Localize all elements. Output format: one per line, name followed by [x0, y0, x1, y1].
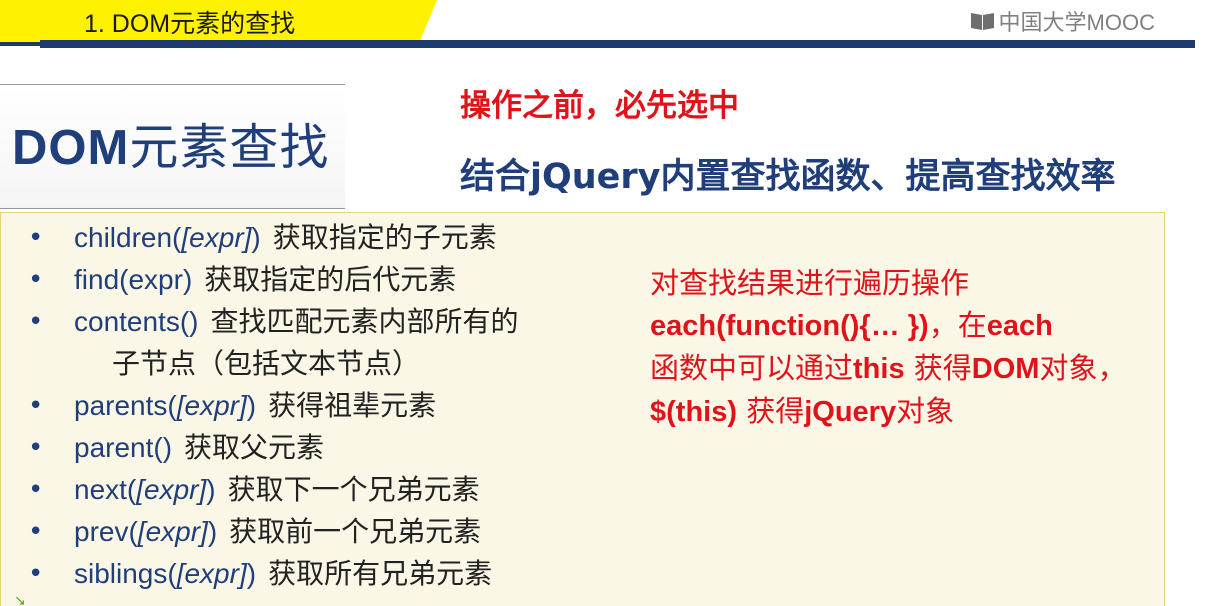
method-name: find(expr) — [74, 264, 193, 295]
bullet-icon: • — [28, 475, 44, 505]
title-divider-bottom — [0, 208, 345, 209]
note-line-4: $(this) 获得jQuery对象 — [650, 394, 955, 428]
main-title-latin: DOM — [12, 121, 130, 175]
bullet-icon: • — [28, 433, 44, 463]
list-item-parent: • parent() 获取父元素 — [26, 427, 519, 469]
method-desc: 子节点（包括文本节点） — [112, 347, 421, 380]
method-desc: 获得祖辈元素 — [268, 389, 437, 422]
mooc-logo: 中国大学MOOC — [971, 5, 1155, 37]
method-name: parents([expr]) — [74, 390, 257, 421]
mooc-logo-text: 中国大学MOOC — [998, 10, 1155, 35]
book-icon — [971, 12, 995, 30]
bullet-icon: • — [28, 517, 44, 547]
blue-heading: 结合jQuery内置查找函数、提高查找效率 — [460, 157, 1116, 197]
method-name: children([expr]) — [74, 222, 261, 253]
title-divider-top — [0, 84, 345, 85]
list-item-siblings: • siblings([expr]) 获取所有兄弟元素 — [26, 553, 519, 595]
header-title: 1. DOM元素的查找 — [84, 10, 296, 38]
method-desc: 获取父元素 — [184, 431, 325, 464]
main-title-cjk: 元素查找 — [129, 119, 330, 176]
method-name: next([expr]) — [74, 474, 216, 505]
slide: 1. DOM元素的查找 中国大学MOOC DOM元素查找 操作之前，必先选中 结… — [0, 0, 1195, 606]
header-underline-left — [0, 42, 40, 46]
bullet-icon: • — [28, 559, 44, 589]
method-desc: 获取所有兄弟元素 — [268, 557, 493, 590]
list-item-children: • children([expr]) 获取指定的子元素 — [26, 217, 519, 259]
method-name: siblings([expr]) — [74, 558, 257, 589]
bullet-icon: • — [28, 223, 44, 253]
header-underline — [40, 40, 1195, 48]
red-heading: 操作之前，必先选中 — [460, 88, 739, 124]
method-name: parent() — [74, 432, 173, 463]
note-line-1: 对查找结果进行遍历操作 — [650, 266, 970, 300]
note-line-3: 函数中可以通过this 获得DOM对象， — [650, 351, 1127, 385]
method-desc: 查找匹配元素内部所有的 — [210, 305, 519, 338]
list-item-parents: • parents([expr]) 获得祖辈元素 — [26, 385, 519, 427]
method-desc: 获取下一个兄弟元素 — [227, 473, 480, 506]
note-line-2: each(function(){… })，在each — [650, 308, 1053, 342]
method-name: prev([expr]) — [74, 516, 218, 547]
method-list: • children([expr]) 获取指定的子元素 • find(expr) 获… — [26, 217, 519, 595]
corner-arrow-icon: ↘ — [14, 593, 26, 606]
list-item-prev: • prev([expr]) 获取前一个兄弟元素 — [26, 511, 519, 553]
list-item-contents-continued: 子节点（包括文本节点） — [26, 343, 519, 385]
method-desc: 获取指定的子元素 — [272, 221, 497, 254]
bullet-icon: • — [28, 391, 44, 421]
method-desc: 获取指定的后代元素 — [204, 263, 457, 296]
main-title: DOM元素查找 — [12, 108, 329, 179]
list-item-next: • next([expr]) 获取下一个兄弟元素 — [26, 469, 519, 511]
method-name: contents() — [74, 306, 199, 337]
list-item-contents: • contents() 查找匹配元素内部所有的 — [26, 301, 519, 343]
method-desc: 获取前一个兄弟元素 — [229, 515, 482, 548]
bullet-icon: • — [28, 307, 44, 337]
each-note: 对查找结果进行遍历操作 each(function(){… })，在each 函… — [650, 262, 1160, 433]
bullet-icon: • — [28, 265, 44, 295]
list-item-find: • find(expr) 获取指定的后代元素 — [26, 259, 519, 301]
